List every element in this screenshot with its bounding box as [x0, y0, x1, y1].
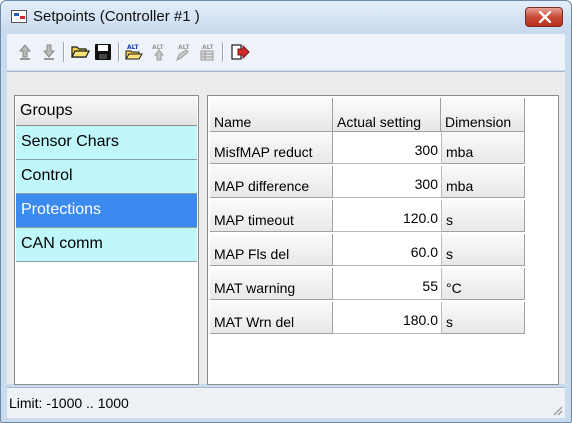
svg-text:ALT: ALT [202, 44, 214, 51]
setpoint-value[interactable]: 300 [333, 166, 441, 198]
resize-grip-icon[interactable] [551, 404, 563, 416]
setpoint-name: MAP timeout [210, 200, 333, 232]
close-button[interactable] [525, 7, 563, 27]
download-icon[interactable] [39, 42, 59, 62]
setpoint-unit: s [441, 234, 525, 266]
column-header-dimension[interactable]: Dimension [441, 98, 525, 132]
toolbar-separator [118, 42, 120, 62]
setpoint-name: MAT warning [210, 268, 333, 300]
window-title: Setpoints (Controller #1 ) [33, 8, 200, 25]
group-item-label: Protections [21, 201, 102, 218]
toolbar: ALT ALT ALT ALT [7, 34, 565, 70]
group-item-control[interactable]: Control [16, 160, 197, 194]
table-row[interactable]: MAP timeout 120.0 s [208, 200, 528, 234]
open-folder-icon[interactable] [70, 42, 90, 62]
setpoint-value[interactable]: 55 [333, 268, 441, 300]
upload-icon[interactable] [15, 42, 35, 62]
limit-status: Limit: -1000 .. 1000 [9, 395, 129, 411]
close-icon [538, 11, 552, 23]
setpoint-unit: °C [441, 268, 525, 300]
export-icon[interactable] [230, 42, 250, 62]
column-header-actual-setting[interactable]: Actual setting [333, 98, 441, 132]
title-bar[interactable]: Setpoints (Controller #1 ) [1, 1, 571, 33]
save-icon[interactable] [93, 42, 113, 62]
setpoint-value[interactable]: 180.0 [333, 302, 441, 334]
table-row[interactable]: MAT warning 55 °C [208, 268, 528, 302]
svg-text:ALT: ALT [152, 44, 164, 51]
setpoints-window: Setpoints (Controller #1 ) ALT ALT ALT A… [0, 0, 572, 423]
setpoints-grid: Name Actual setting Dimension MisfMAP re… [207, 95, 559, 385]
toolbar-separator [222, 42, 224, 62]
column-header-name[interactable]: Name [210, 98, 333, 132]
setpoint-unit: mba [441, 132, 525, 164]
group-item-can-comm[interactable]: CAN comm [16, 228, 197, 262]
table-row[interactable]: MAT Wrn del 180.0 s [208, 302, 528, 336]
group-item-protections[interactable]: Protections [16, 194, 197, 228]
groups-header-label: Groups [20, 102, 73, 119]
table-row[interactable]: MAP Fls del 60.0 s [208, 234, 528, 268]
setpoint-name: MAT Wrn del [210, 302, 333, 334]
groups-list: Groups Sensor Chars Control Protections … [14, 95, 199, 385]
groups-header: Groups [16, 96, 197, 126]
table-row[interactable]: MisfMAP reduct 300 mba [208, 132, 528, 166]
setpoint-unit: mba [441, 166, 525, 198]
svg-text:ALT: ALT [178, 44, 190, 51]
setpoint-name: MAP difference [210, 166, 333, 198]
group-item-label: CAN comm [21, 235, 103, 252]
alt-open-icon[interactable]: ALT [124, 42, 144, 62]
group-item-label: Control [21, 167, 73, 184]
table-row[interactable]: MAP difference 300 mba [208, 166, 528, 200]
group-item-label: Sensor Chars [21, 133, 119, 150]
group-item-sensor-chars[interactable]: Sensor Chars [16, 126, 197, 160]
setpoint-name: MisfMAP reduct [210, 132, 333, 164]
setpoint-value[interactable]: 60.0 [333, 234, 441, 266]
app-icon [11, 10, 27, 23]
status-bar: Limit: -1000 .. 1000 [7, 387, 565, 418]
setpoint-unit: s [441, 302, 525, 334]
svg-text:ALT: ALT [127, 44, 139, 51]
setpoint-value[interactable]: 120.0 [333, 200, 441, 232]
setpoint-unit: s [441, 200, 525, 232]
alt-upload-icon[interactable]: ALT [149, 42, 169, 62]
setpoint-value[interactable]: 300 [333, 132, 441, 164]
toolbar-separator [63, 42, 65, 62]
alt-edit-icon[interactable]: ALT [173, 42, 193, 62]
setpoint-name: MAP Fls del [210, 234, 333, 266]
alt-table-icon[interactable]: ALT [197, 42, 217, 62]
